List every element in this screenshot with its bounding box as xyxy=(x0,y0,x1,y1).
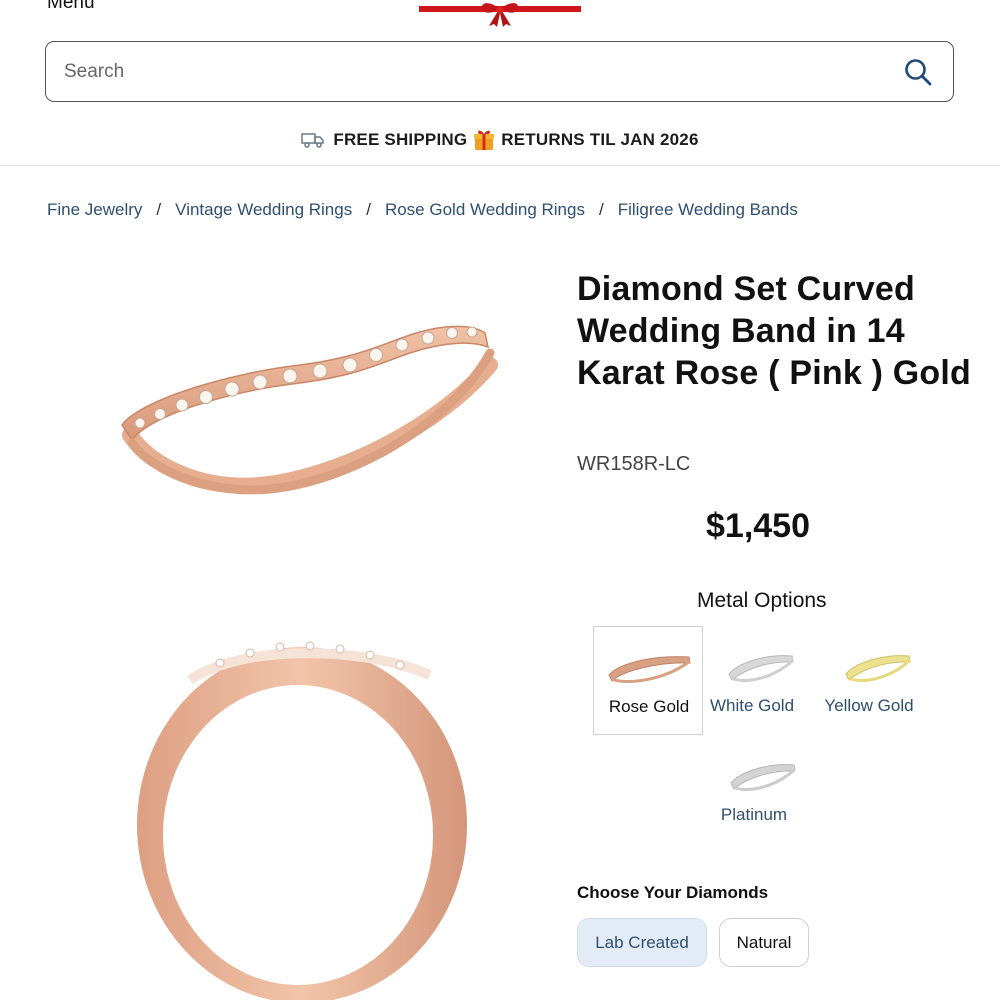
metal-option-label: Yellow Gold xyxy=(824,696,914,715)
breadcrumb-rose-gold-wedding-rings[interactable]: Rose Gold Wedding Rings xyxy=(385,200,585,220)
product-image-front[interactable] xyxy=(130,635,475,1000)
search-icon[interactable] xyxy=(903,57,933,87)
breadcrumb-separator: / xyxy=(366,200,371,219)
breadcrumb-separator: / xyxy=(598,200,604,219)
truck-icon xyxy=(301,133,325,148)
breadcrumb-filigree-wedding-bands[interactable]: Filigree Wedding Bands xyxy=(618,200,798,220)
product-price: $1,450 xyxy=(706,507,810,545)
diamond-option-natural[interactable]: Natural xyxy=(719,918,809,967)
metal-option-label: Platinum xyxy=(720,805,788,824)
product-image-angled[interactable] xyxy=(110,305,500,500)
breadcrumb: Fine Jewelry / Vintage Wedding Rings / R… xyxy=(47,200,798,220)
search-input[interactable] xyxy=(64,54,884,90)
holiday-ribbon-logo[interactable] xyxy=(419,0,581,28)
metal-options-heading: Metal Options xyxy=(697,589,827,612)
metal-option-yellow-gold[interactable]: Yellow Gold xyxy=(814,626,924,735)
breadcrumb-vintage-wedding-rings[interactable]: Vintage Wedding Rings xyxy=(175,200,352,220)
promo-returns: RETURNS TIL JAN 2026 xyxy=(501,130,699,149)
product-title: Diamond Set Curved Wedding Band in 14 Ka… xyxy=(577,270,971,392)
metal-option-white-gold[interactable]: White Gold xyxy=(697,626,807,735)
white-gold-ring-thumbnail xyxy=(728,655,795,682)
gift-icon xyxy=(474,130,495,150)
breadcrumb-fine-jewelry[interactable]: Fine Jewelry xyxy=(47,200,142,220)
choose-diamonds-heading: Choose Your Diamonds xyxy=(577,883,769,902)
search-bar xyxy=(45,41,954,102)
metal-option-platinum[interactable]: Platinum xyxy=(699,735,809,844)
promo-free-shipping: FREE SHIPPING xyxy=(333,130,468,149)
product-sku: WR158R-LC xyxy=(577,453,691,475)
diamond-option-lab-created[interactable]: Lab Created xyxy=(577,918,707,967)
menu-button[interactable]: Menu xyxy=(47,0,95,14)
metal-option-rose-gold[interactable]: Rose Gold xyxy=(593,626,703,735)
yellow-gold-ring-thumbnail xyxy=(845,655,912,682)
breadcrumb-separator: / xyxy=(156,200,162,219)
platinum-ring-thumbnail xyxy=(730,764,797,791)
promo-banner: FREE SHIPPING RETURNS TIL JAN 2026 xyxy=(0,120,1000,166)
top-bar: Menu xyxy=(0,0,1000,30)
rose-gold-ring-thumbnail xyxy=(608,656,691,684)
